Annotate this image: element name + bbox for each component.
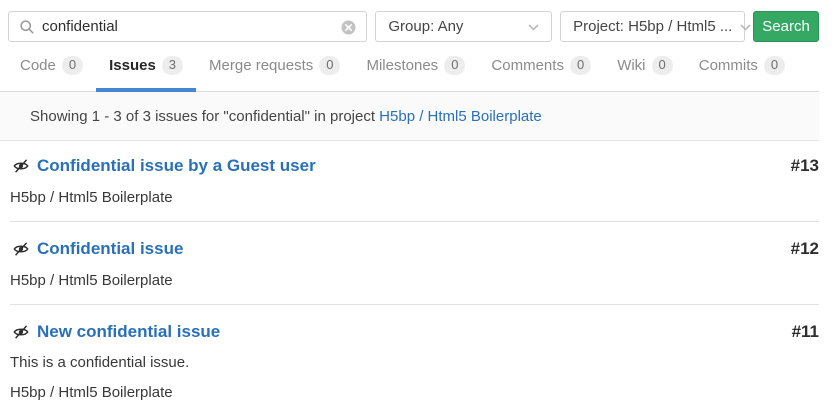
tab-label: Wiki [617, 56, 645, 75]
tab-commits[interactable]: Commits 0 [686, 56, 798, 91]
clear-search-icon[interactable] [341, 20, 356, 40]
confidential-eye-slash-icon [13, 324, 29, 340]
tab-comments[interactable]: Comments 0 [478, 56, 604, 91]
tab-label: Issues [109, 56, 156, 75]
search-icon [19, 19, 35, 40]
issue-result-row: Confidential issue #12 H5bp / Html5 Boil… [10, 222, 819, 305]
tab-count-badge: 0 [444, 56, 465, 75]
tab-label: Comments [491, 56, 564, 75]
group-filter-label: Group: Any [388, 18, 463, 35]
search-results-page: Group: Any Project: H5bp / Html5 ... Sea… [0, 0, 835, 403]
tab-count-badge: 0 [652, 56, 673, 75]
tab-count-badge: 3 [162, 56, 183, 75]
results-list: Confidential issue by a Guest user #13 H… [0, 141, 819, 403]
issue-title-link[interactable]: Confidential issue by a Guest user [37, 154, 316, 178]
search-button[interactable]: Search [753, 11, 819, 42]
issue-project-name: H5bp / Html5 Boilerplate [10, 271, 819, 291]
tab-issues[interactable]: Issues 3 [96, 56, 196, 91]
chevron-down-icon [740, 18, 751, 35]
issue-project-name: H5bp / Html5 Boilerplate [10, 188, 819, 208]
confidential-eye-slash-icon [13, 158, 29, 174]
chevron-down-icon [528, 18, 539, 35]
summary-project-link[interactable]: H5bp / Html5 Boilerplate [379, 108, 542, 125]
project-filter-label: Project: H5bp / Html5 ... [573, 18, 732, 35]
tab-label: Milestones [366, 56, 438, 75]
tab-count-badge: 0 [319, 56, 340, 75]
issue-result-row: New confidential issue #11 This is a con… [10, 305, 819, 403]
tab-label: Merge requests [209, 56, 313, 75]
tab-label: Code [20, 56, 56, 75]
search-input[interactable] [9, 18, 366, 35]
issue-project-name: H5bp / Html5 Boilerplate [10, 383, 819, 403]
issue-id: #11 [792, 320, 819, 344]
tab-merge-requests[interactable]: Merge requests 0 [196, 56, 353, 91]
tab-code[interactable]: Code 0 [7, 56, 96, 91]
tab-label: Commits [699, 56, 758, 75]
tab-count-badge: 0 [570, 56, 591, 75]
issue-id: #12 [791, 237, 819, 261]
search-box [8, 11, 367, 42]
issue-result-row: Confidential issue by a Guest user #13 H… [10, 141, 819, 222]
tab-milestones[interactable]: Milestones 0 [353, 56, 478, 91]
group-filter-dropdown[interactable]: Group: Any [375, 11, 552, 42]
tab-count-badge: 0 [764, 56, 785, 75]
tab-count-badge: 0 [62, 56, 83, 75]
issue-description: This is a confidential issue. [10, 353, 819, 373]
confidential-eye-slash-icon [13, 241, 29, 257]
results-summary-banner: Showing 1 - 3 of 3 issues for "confident… [0, 92, 819, 141]
search-scope-tabs: Code 0 Issues 3 Merge requests 0 Milesto… [0, 56, 819, 92]
project-filter-dropdown[interactable]: Project: H5bp / Html5 ... [560, 11, 745, 42]
results-summary-text: Showing 1 - 3 of 3 issues for "confident… [30, 108, 375, 125]
issue-id: #13 [791, 154, 819, 178]
tab-wiki[interactable]: Wiki 0 [604, 56, 686, 91]
issue-title-link[interactable]: Confidential issue [37, 237, 183, 261]
issue-title-link[interactable]: New confidential issue [37, 320, 220, 344]
search-toolbar: Group: Any Project: H5bp / Html5 ... Sea… [0, 0, 819, 42]
